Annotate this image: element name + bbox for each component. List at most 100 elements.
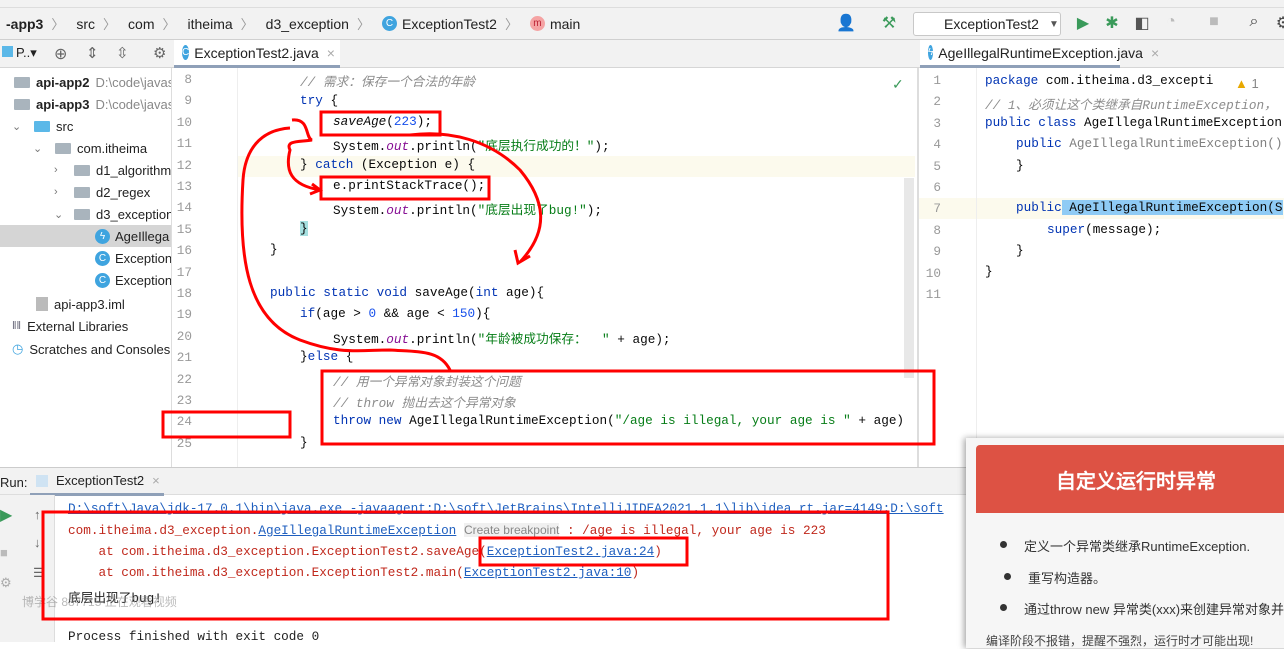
trace-link-24[interactable]: ExceptionTest2.java:24 [487, 544, 655, 559]
run-configuration-select[interactable]: ExceptionTest2 ▼ [913, 12, 1061, 36]
code-line-3: public class AgeIllegalRuntimeException [985, 115, 1282, 130]
tab-exceptiontest2[interactable]: C ExceptionTest2.java × [174, 40, 340, 68]
tree-item-com-itheima[interactable]: ⌄ com.itheima [33, 137, 147, 159]
warning-indicator[interactable]: ▲ 1 [1231, 76, 1263, 91]
tree-item-exception2[interactable]: C Exception [95, 269, 171, 291]
line-number: 6 [933, 180, 941, 195]
current-line-highlight [172, 156, 915, 177]
code-line-9: } [1016, 243, 1024, 258]
tree-item-ageillegal[interactable]: ϟ AgeIllega [0, 225, 171, 247]
code-line-5: } [1016, 158, 1024, 173]
collapse-all-icon[interactable]: ⇳ [116, 44, 129, 62]
tree-item-d2-regex[interactable]: › d2_regex [54, 181, 150, 203]
profile-icon[interactable]: ◔ [1160, 13, 1182, 35]
chevron-down-icon: ▼ [1048, 18, 1059, 30]
code-line-13: e.printStackTrace(); [333, 178, 486, 193]
scrollbar[interactable] [904, 178, 914, 378]
breadcrumb-project[interactable]: -app3 〉 [6, 14, 70, 33]
close-icon[interactable]: × [1151, 45, 1159, 61]
build-hammer-icon[interactable]: ⚒ [878, 13, 900, 35]
line-number: 22 [176, 371, 192, 387]
expand-all-icon[interactable]: ⇕ [86, 44, 99, 62]
module-icon [14, 98, 30, 110]
tab-ageillegalruntimeexception[interactable]: ϟ AgeIllegalRuntimeException.java × [920, 40, 1159, 68]
code-line-7: public AgeIllegalRuntimeException(S [1016, 200, 1283, 215]
rerun-icon[interactable]: ▶ [0, 505, 12, 525]
breadcrumb-com[interactable]: com 〉 [128, 14, 181, 33]
tree-item-api-app2[interactable]: api-app2 D:\code\javas [14, 71, 171, 93]
tree-item-src[interactable]: ⌄ src [12, 115, 73, 137]
exception-class-icon: ϟ [928, 45, 934, 60]
line-number: 14 [176, 200, 192, 216]
method-icon: m [529, 16, 545, 31]
user-icon[interactable]: 👤 [835, 13, 857, 35]
debug-icon[interactable]: ✱ [1101, 13, 1123, 35]
coverage-icon[interactable]: ◧ [1131, 13, 1153, 35]
line-number: 8 [933, 222, 941, 238]
console-icon [36, 474, 48, 487]
code-editor-left[interactable]: ✓ // 需求：保存一个合法的年龄 try { saveAge(223); Sy… [172, 68, 915, 467]
breadcrumb-class[interactable]: C ExceptionTest2 〉 [381, 14, 524, 33]
project-view-select[interactable]: P..▾ [2, 45, 37, 61]
line-number: 1 [933, 73, 941, 88]
settings-icon[interactable]: ⚙ [153, 44, 166, 62]
close-icon[interactable]: × [152, 473, 160, 488]
tree-item-iml[interactable]: api-app3.iml [36, 293, 125, 315]
module-icon [14, 76, 30, 88]
line-number: 9 [184, 93, 192, 109]
slide-overlay: 自定义运行时异常 定义一个异常类继承RuntimeException. 重写构造… [966, 438, 1284, 648]
down-arrow-icon[interactable]: ↓ [34, 535, 41, 550]
tree-item-external-libraries[interactable]: ǁǁ External Libraries [12, 315, 128, 337]
up-arrow-icon[interactable]: ↑ [34, 507, 41, 522]
run-label: Run: [0, 475, 28, 490]
breadcrumb-itheima[interactable]: itheima 〉 [188, 14, 260, 33]
tree-item-d1-algorithm[interactable]: › d1_algorithm [54, 159, 171, 181]
exception-class-icon: ϟ [95, 228, 110, 244]
gear-icon[interactable]: ⚙ [1272, 13, 1284, 35]
slide-title: 自定义运行时异常 [976, 445, 1284, 513]
run-tab[interactable]: ExceptionTest2 × [30, 468, 164, 496]
code-line-21: }else { [300, 349, 354, 364]
exception-class-link[interactable]: AgeIllegalRuntimeException [258, 523, 456, 538]
line-number: 15 [176, 221, 192, 237]
line-number: 4 [933, 137, 941, 153]
stop-icon[interactable]: ■ [1203, 13, 1225, 35]
code-line-2: // 1、必须让这个类继承自RuntimeException， [985, 98, 1277, 113]
console-exception-line: com.itheima.d3_exception.AgeIllegalRunti… [68, 523, 826, 538]
line-number: 3 [933, 115, 941, 131]
line-number: 7 [933, 201, 941, 217]
close-icon[interactable]: × [327, 45, 335, 61]
search-icon[interactable]: ⌕ [1243, 13, 1265, 35]
code-line-18: public static void saveAge(int age){ [270, 285, 545, 300]
tree-item-d3-exception[interactable]: ⌄ d3_exception [54, 203, 171, 225]
breadcrumb-src[interactable]: src 〉 [76, 14, 122, 33]
title-bar [0, 0, 1284, 8]
stop-icon[interactable]: ■ [0, 545, 8, 560]
slide-footer: 编译阶段不报错，提醒不强烈，运行时才可能出现! [986, 634, 1254, 648]
tree-item-exception1[interactable]: C Exception [95, 247, 171, 269]
breadcrumb-d3-exception[interactable]: d3_exception 〉 [266, 14, 376, 33]
package-icon [74, 164, 90, 176]
console-command-line[interactable]: D:\soft\Java\jdk-17.0.1\bin\java.exe -ja… [68, 501, 944, 516]
locate-icon[interactable]: ⊕ [54, 44, 67, 64]
slide-bullet: 重写构造器。 [1003, 568, 1106, 587]
slide-bullet: 通过throw new 异常类(xxx)来创建异常对象并 [999, 599, 1284, 618]
soft-wrap-icon[interactable]: ☰ [33, 565, 45, 581]
trace-link-10[interactable]: ExceptionTest2.java:10 [464, 565, 632, 580]
package-icon [74, 186, 90, 198]
code-editor-right[interactable]: ▲ 1 package com.itheima.d3_excepti // 1、… [917, 68, 1284, 467]
tree-item-scratches[interactable]: ◷ Scratches and Consoles [12, 338, 170, 360]
package-icon [55, 142, 71, 154]
settings-icon[interactable]: ⚙ [0, 575, 12, 591]
line-number: 18 [176, 286, 192, 301]
run-icon[interactable]: ▶ [1072, 13, 1094, 35]
code-line-16: } [270, 242, 278, 257]
console-trace-line-1: at com.itheima.d3_exception.ExceptionTes… [68, 544, 662, 559]
tree-item-api-app3[interactable]: api-app3 D:\code\javas [14, 93, 171, 115]
breadcrumb-method[interactable]: m main [529, 16, 580, 32]
create-breakpoint-hint[interactable]: Create breakpoint [463, 523, 560, 537]
code-line-20: System.out.println("年龄被成功保存： " + age); [333, 332, 671, 347]
line-number: 16 [176, 243, 192, 259]
line-number: 10 [925, 265, 941, 281]
code-line-8: super(message); [1047, 222, 1162, 237]
